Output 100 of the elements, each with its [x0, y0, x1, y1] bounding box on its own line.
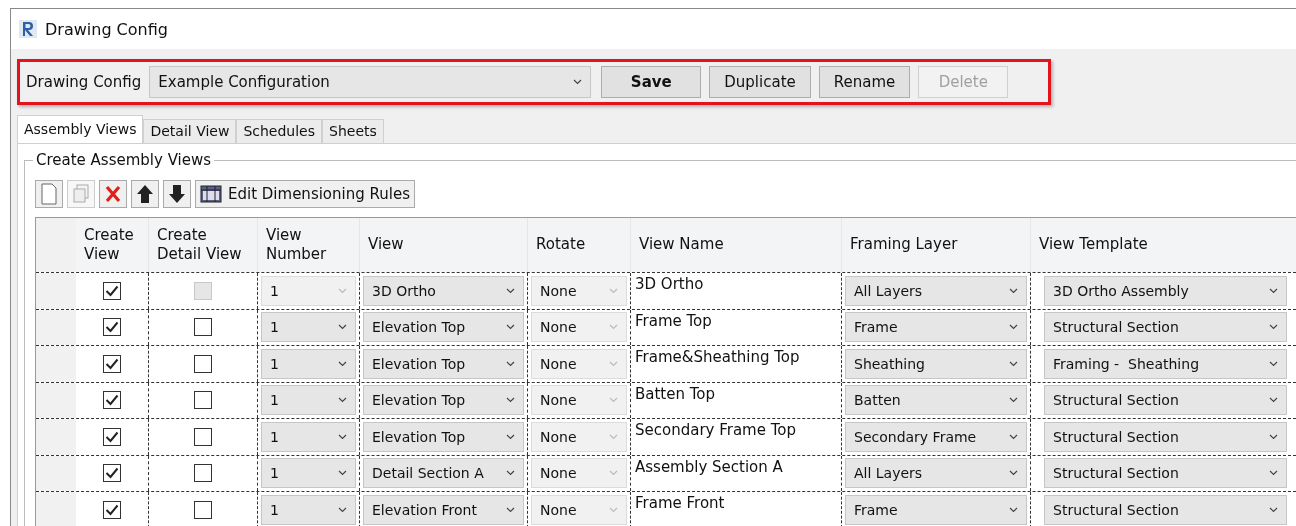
caret-icon — [338, 287, 347, 294]
caret-icon — [1269, 397, 1278, 404]
caret-icon — [1009, 433, 1018, 440]
column-header: View Name — [631, 218, 842, 272]
caret-icon — [1009, 324, 1018, 331]
view-dropdown[interactable]: Elevation Top — [363, 421, 524, 452]
caret-icon — [1269, 506, 1278, 513]
view-dropdown[interactable]: Detail Section A — [363, 458, 524, 489]
framing-layer-dropdown[interactable]: Frame — [845, 312, 1027, 343]
view-name-cell[interactable]: Secondary Frame Top — [635, 421, 797, 439]
caret-icon — [609, 324, 618, 331]
caret-icon — [338, 360, 347, 367]
view-template-dropdown[interactable]: Structural Section — [1044, 385, 1287, 416]
caret-icon — [338, 324, 347, 331]
caret-icon — [1009, 287, 1018, 294]
action-button[interactable]: Duplicate — [709, 66, 811, 98]
view-template-dropdown[interactable]: Framing - Sheathing — [1044, 348, 1287, 379]
caret-icon — [609, 397, 618, 404]
caret-icon — [506, 470, 515, 477]
blank-page-icon — [40, 183, 58, 205]
view-dropdown[interactable]: Elevation Top — [363, 348, 524, 379]
view-template-dropdown[interactable]: Structural Section — [1044, 421, 1287, 452]
view-number-dropdown[interactable]: 1 — [261, 421, 356, 452]
column-header: View Template — [1031, 218, 1296, 272]
view-number-dropdown[interactable]: 1 — [261, 494, 356, 525]
edit-rules-button[interactable]: Edit Dimensioning Rules — [195, 180, 415, 208]
framing-layer-dropdown[interactable]: Secondary Frame — [845, 421, 1027, 452]
checkbox[interactable] — [103, 281, 121, 300]
view-name-cell[interactable]: Frame Front — [635, 494, 725, 512]
delete-button[interactable] — [99, 180, 127, 208]
caret-icon — [338, 397, 347, 404]
caret-icon — [609, 287, 618, 294]
caret-icon — [1269, 470, 1278, 477]
caret-icon — [506, 397, 515, 404]
framing-layer-dropdown[interactable]: Sheathing — [845, 348, 1027, 379]
caret-icon — [1269, 287, 1278, 294]
move-down-button[interactable] — [163, 180, 191, 208]
tab[interactable]: Assembly Views — [17, 115, 144, 143]
framing-layer-dropdown[interactable]: Batten — [845, 385, 1027, 416]
view-name-cell[interactable]: Assembly Section A — [635, 457, 783, 476]
checkbox[interactable] — [103, 318, 121, 337]
view-name-cell[interactable]: Batten Top — [635, 384, 716, 403]
view-number-dropdown[interactable]: 1 — [261, 385, 356, 416]
x-icon — [104, 183, 122, 205]
caret-icon — [1269, 324, 1278, 331]
tab[interactable]: Detail View — [143, 119, 237, 143]
caret-icon — [1009, 506, 1018, 513]
caret-icon — [609, 470, 618, 477]
table-grid-icon — [200, 185, 222, 203]
config-dropdown[interactable]: Example Configuration — [149, 66, 592, 98]
framing-layer-dropdown[interactable]: Frame — [845, 494, 1027, 525]
action-button[interactable]: Rename — [818, 66, 911, 98]
caret-icon — [609, 360, 618, 367]
caret-icon — [1009, 470, 1018, 477]
view-name-cell[interactable]: Frame Top — [635, 311, 712, 330]
view-dropdown[interactable]: Elevation Top — [363, 312, 524, 343]
view-name-cell[interactable]: 3D Ortho — [635, 275, 704, 293]
column-header: Create Detail View — [149, 218, 258, 272]
caret-icon — [506, 506, 515, 513]
group-title: Create Assembly Views — [33, 151, 215, 169]
view-template-dropdown[interactable]: 3D Ortho Assembly — [1044, 275, 1287, 306]
view-dropdown[interactable]: Elevation Front — [363, 494, 524, 525]
checkbox[interactable] — [194, 500, 212, 519]
checkbox[interactable] — [194, 391, 212, 410]
view-dropdown[interactable]: Elevation Top — [363, 385, 524, 416]
checkbox[interactable] — [103, 500, 121, 519]
action-button[interactable]: Save — [601, 66, 702, 98]
view-template-dropdown[interactable]: Structural Section — [1044, 458, 1287, 489]
checkbox[interactable] — [103, 464, 121, 483]
tab[interactable]: Sheets — [322, 119, 384, 143]
view-number-dropdown[interactable]: 1 — [261, 312, 356, 343]
checkbox[interactable] — [194, 318, 212, 337]
framing-layer-dropdown[interactable]: All Layers — [845, 458, 1027, 489]
view-number-dropdown[interactable]: 1 — [261, 458, 356, 489]
app-logo-icon — [19, 20, 37, 38]
caret-icon — [506, 324, 515, 331]
checkbox[interactable] — [103, 354, 121, 373]
view-dropdown[interactable]: 3D Ortho — [363, 275, 524, 306]
framing-layer-dropdown[interactable]: All Layers — [845, 275, 1027, 306]
caret-icon — [506, 433, 515, 440]
view-name-cell[interactable]: Frame&Sheathing Top — [635, 348, 800, 366]
checkbox[interactable] — [103, 427, 121, 446]
caret-icon — [609, 433, 618, 440]
down-arrow-icon — [168, 183, 186, 205]
view-number-dropdown[interactable]: 1 — [261, 348, 356, 379]
caret-icon — [573, 79, 583, 85]
checkbox[interactable] — [194, 464, 212, 483]
caret-icon — [506, 287, 515, 294]
view-template-dropdown[interactable]: Structural Section — [1044, 312, 1287, 343]
column-header: Rotate — [528, 218, 631, 272]
window-title: Drawing Config — [45, 19, 168, 39]
column-header: View — [360, 218, 528, 272]
tab[interactable]: Schedules — [236, 119, 322, 143]
caret-icon — [338, 470, 347, 477]
view-template-dropdown[interactable]: Structural Section — [1044, 494, 1287, 525]
checkbox[interactable] — [103, 391, 121, 410]
move-up-button[interactable] — [131, 180, 159, 208]
checkbox[interactable] — [194, 354, 212, 373]
config-label: Drawing Config — [26, 73, 142, 91]
checkbox[interactable] — [194, 427, 212, 446]
